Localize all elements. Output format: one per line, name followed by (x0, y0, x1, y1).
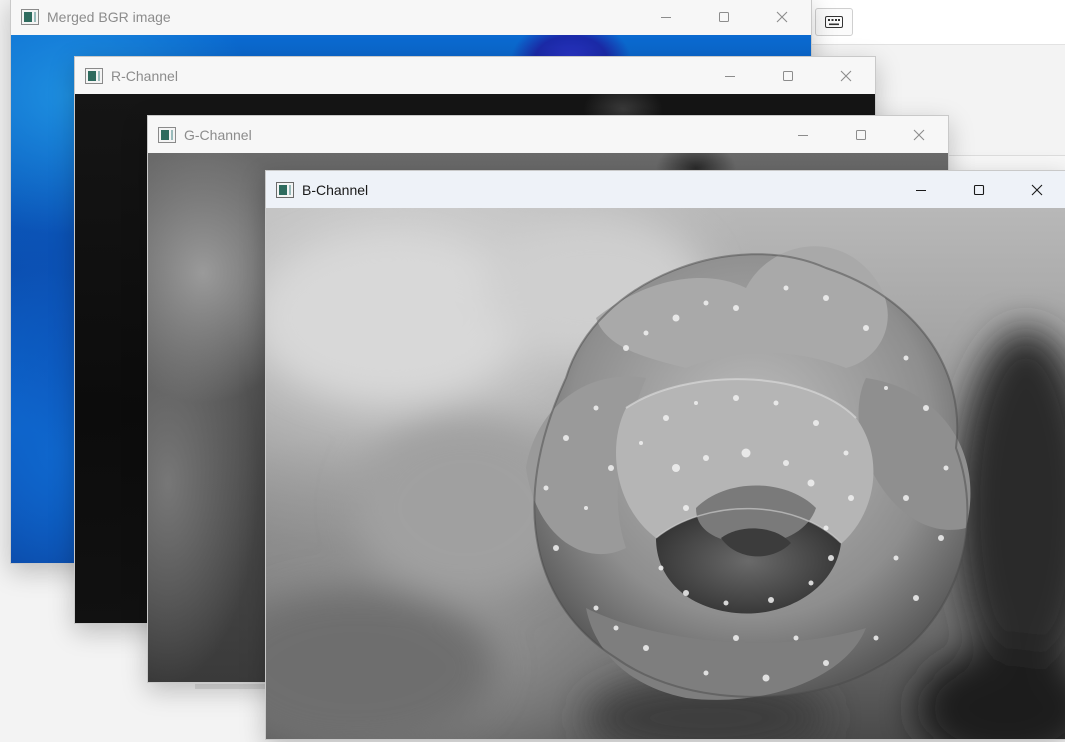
maximize-icon (973, 184, 985, 195)
minimize-icon (916, 189, 926, 191)
titlebar[interactable]: R-Channel (75, 57, 875, 94)
close-button[interactable] (890, 116, 948, 153)
b-channel-window[interactable]: B-Channel (265, 170, 1065, 740)
maximize-button[interactable] (950, 171, 1008, 208)
titlebar[interactable]: B-Channel (266, 171, 1065, 208)
close-icon (840, 70, 852, 81)
window-title: Merged BGR image (47, 8, 171, 25)
maximize-icon (719, 11, 729, 22)
titlebar[interactable]: G-Channel (148, 116, 948, 153)
close-button[interactable] (1008, 171, 1065, 208)
keyboard-button[interactable] (815, 8, 853, 36)
minimize-icon (798, 134, 808, 136)
keyboard-icon (825, 16, 843, 28)
close-button[interactable] (753, 0, 811, 35)
minimize-icon (661, 16, 671, 18)
close-icon (776, 11, 788, 22)
rose-grayscale-image (266, 208, 1065, 739)
close-icon (913, 129, 925, 140)
app-image-icon (21, 8, 39, 25)
minimize-icon (725, 75, 735, 77)
window-controls (701, 57, 875, 94)
app-image-icon (85, 67, 103, 84)
maximize-button[interactable] (695, 0, 753, 35)
minimize-button[interactable] (892, 171, 950, 208)
minimize-button[interactable] (637, 0, 695, 35)
window-title: B-Channel (302, 181, 369, 198)
window-title: R-Channel (111, 67, 178, 84)
maximize-button[interactable] (759, 57, 817, 94)
maximize-icon (856, 129, 866, 140)
maximize-button[interactable] (832, 116, 890, 153)
window-controls (637, 0, 811, 35)
titlebar[interactable]: Merged BGR image (11, 0, 811, 35)
window-title: G-Channel (184, 126, 252, 143)
maximize-icon (783, 70, 793, 81)
close-icon (1031, 184, 1043, 195)
b-channel-image (266, 208, 1065, 739)
background-scrollbar (195, 684, 267, 689)
app-image-icon (158, 126, 176, 143)
app-image-icon (276, 181, 294, 198)
window-controls (774, 116, 948, 153)
minimize-button[interactable] (774, 116, 832, 153)
close-button[interactable] (817, 57, 875, 94)
window-controls (892, 171, 1065, 208)
minimize-button[interactable] (701, 57, 759, 94)
